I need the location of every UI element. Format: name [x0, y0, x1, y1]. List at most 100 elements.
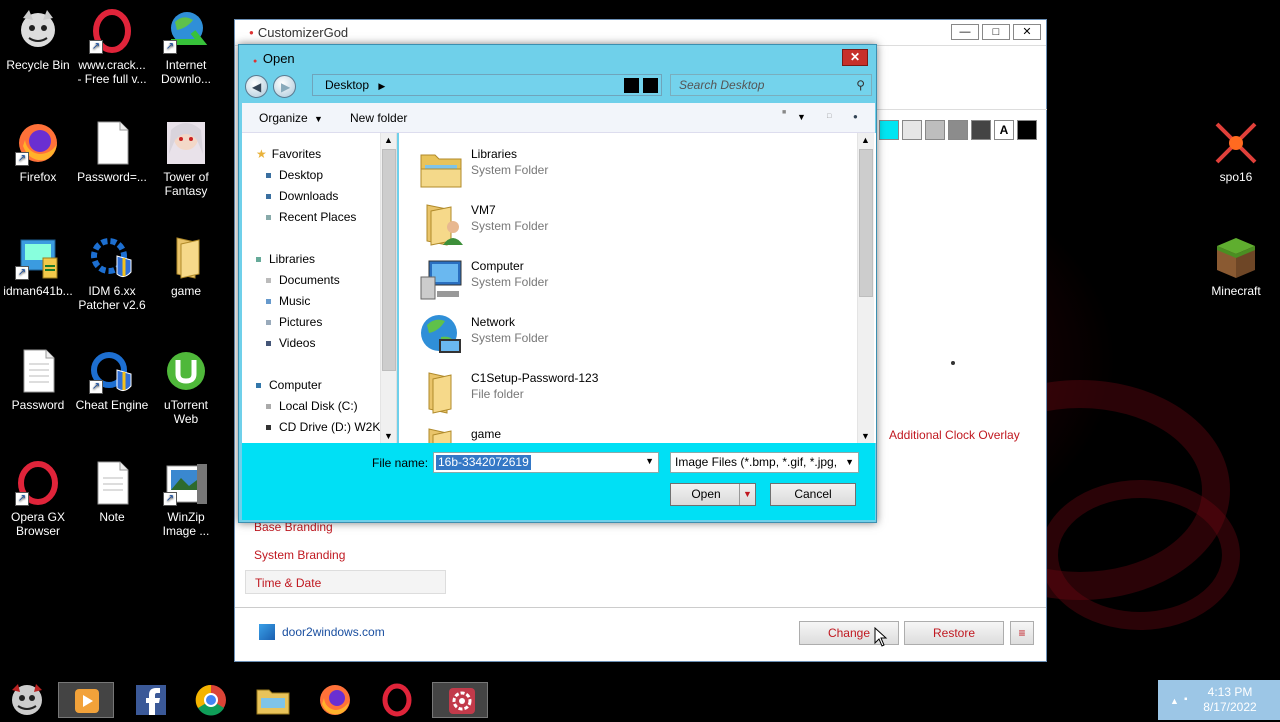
file-item-game[interactable]: game: [417, 421, 837, 443]
nav-favorites[interactable]: ★ Favorites: [256, 147, 321, 161]
computer-icon: [417, 255, 465, 303]
forward-button[interactable]: ▶: [273, 75, 296, 98]
desktop-icon-game[interactable]: game: [148, 234, 224, 298]
desktop-icon-minecraft[interactable]: Minecraft: [1198, 234, 1274, 298]
desktop-icon-tower-of-fantasy[interactable]: Tower of Fantasy: [148, 120, 224, 198]
open-button[interactable]: Open ▼: [670, 483, 756, 506]
preview-pane-icon[interactable]: □: [827, 113, 831, 120]
color-swatch-cyan[interactable]: [879, 120, 899, 140]
file-item-libraries[interactable]: Libraries System Folder: [417, 141, 837, 193]
desktop-icon-label: game: [170, 284, 202, 298]
scroll-down-icon[interactable]: ▼: [384, 431, 393, 441]
hard-disk-icon: [266, 404, 271, 410]
view-options-icon[interactable]: ■: [782, 109, 786, 116]
desktop-icon-internet-download[interactable]: ↗ Internet Downlo...: [148, 8, 224, 86]
show-hidden-icons-icon[interactable]: ▲: [1170, 694, 1179, 709]
file-type: System Folder: [471, 163, 549, 177]
cancel-button[interactable]: Cancel: [770, 483, 856, 506]
new-folder-button[interactable]: New folder: [350, 111, 407, 125]
desktop-icon-utorrent[interactable]: uTorrent Web: [148, 348, 224, 426]
navigation-scrollbar[interactable]: ▲ ▼: [380, 133, 396, 443]
file-item-c1setup[interactable]: C1Setup-Password-123 File folder: [417, 365, 837, 417]
chevron-right-icon[interactable]: ▶: [378, 81, 385, 91]
navigation-pane: ★ Favorites Desktop Downloads Recent Plac…: [242, 133, 397, 443]
nav-computer[interactable]: Computer: [256, 378, 322, 392]
color-swatch-text-white[interactable]: A: [994, 120, 1014, 140]
taskbar-chrome[interactable]: [183, 682, 239, 718]
clock[interactable]: 4:13 PM 8/17/2022: [1180, 685, 1280, 715]
color-swatch-silver[interactable]: [925, 120, 945, 140]
file-list-scroll-thumb[interactable]: [859, 149, 873, 297]
taskbar-facebook[interactable]: [122, 682, 178, 718]
taskbar-firefox[interactable]: [307, 682, 363, 718]
nav-cd-drive[interactable]: CD Drive (D:) W2K20: [266, 420, 394, 434]
desktop-icon-label: uTorrent Web: [163, 398, 209, 426]
color-swatch-gray[interactable]: [948, 120, 968, 140]
view-dropdown-icon[interactable]: ▼: [797, 112, 806, 122]
desktop-icon-note[interactable]: Note: [74, 460, 150, 524]
scroll-up-icon[interactable]: ▲: [384, 135, 393, 145]
color-swatch-dark-gray[interactable]: [971, 120, 991, 140]
videos-icon: [266, 341, 271, 347]
taskbar-customizergod[interactable]: [432, 682, 488, 718]
nav-recent-places[interactable]: Recent Places: [266, 210, 356, 224]
search-icon: ⚲: [856, 78, 865, 92]
refresh-button[interactable]: [643, 78, 658, 93]
dialog-close-button[interactable]: ✕: [842, 49, 868, 66]
file-list-scrollbar[interactable]: ▲ ▼: [857, 133, 874, 443]
restore-button[interactable]: Restore: [904, 621, 1004, 645]
nav-pictures[interactable]: Pictures: [266, 315, 322, 329]
file-type-select[interactable]: Image Files (*.bmp, *.gif, *.jpg, ▼: [670, 452, 859, 473]
organize-button[interactable]: Organize ▼: [259, 111, 323, 125]
desktop-icon-recycle-bin[interactable]: Recycle Bin: [0, 8, 76, 72]
nav-music[interactable]: Music: [266, 294, 310, 308]
desktop-icon-idm-patcher[interactable]: IDM 6.xx Patcher v2.6: [74, 234, 150, 312]
color-swatch-light-gray[interactable]: [902, 120, 922, 140]
desktop-icon-idman[interactable]: ↗ idman641b...: [0, 234, 76, 298]
desktop-icon-cheat-engine[interactable]: ↗ Cheat Engine: [74, 348, 150, 412]
taskbar-opera[interactable]: [369, 682, 425, 718]
desktop-icon-password[interactable]: Password: [0, 348, 76, 412]
taskbar-media-player[interactable]: [58, 682, 114, 718]
door2windows-link[interactable]: door2windows.com: [282, 625, 385, 639]
address-bar[interactable]: Desktop ▶: [312, 74, 662, 96]
nav-downloads[interactable]: Downloads: [266, 189, 338, 203]
open-dropdown-icon[interactable]: ▼: [739, 484, 755, 505]
minimize-button[interactable]: —: [951, 24, 979, 40]
search-input[interactable]: Search Desktop ⚲: [670, 74, 872, 96]
scroll-down-icon[interactable]: ▼: [861, 431, 870, 441]
desktop-icon-firefox[interactable]: ↗ Firefox: [0, 120, 76, 184]
nav-videos[interactable]: Videos: [266, 336, 315, 350]
additional-clock-overlay-link[interactable]: Additional Clock Overlay: [889, 428, 1020, 442]
section-system-branding[interactable]: System Branding: [254, 548, 345, 562]
libraries-icon: [417, 143, 465, 191]
file-item-vm7[interactable]: VM7 System Folder: [417, 197, 837, 249]
maximize-button[interactable]: □: [982, 24, 1010, 40]
start-button[interactable]: [0, 682, 54, 718]
help-icon[interactable]: ●: [853, 112, 858, 121]
menu-button[interactable]: ≡: [1010, 621, 1034, 645]
desktop-icon-opera-gx[interactable]: ↗ Opera GX Browser: [0, 460, 76, 538]
scroll-up-icon[interactable]: ▲: [861, 135, 870, 145]
desktop-icon-crack-link[interactable]: ↗ www.crack... - Free full v...: [74, 8, 150, 86]
desktop-icon-password-file[interactable]: Password=...: [74, 120, 150, 184]
desktop-icon-spo16[interactable]: spo16: [1198, 120, 1274, 184]
nav-local-disk[interactable]: Local Disk (C:): [266, 399, 358, 413]
file-item-network[interactable]: Network System Folder: [417, 309, 837, 361]
taskbar-file-explorer[interactable]: [245, 682, 301, 718]
back-button[interactable]: ◀: [245, 75, 268, 98]
nav-libraries[interactable]: Libraries: [256, 252, 315, 266]
color-swatch-black[interactable]: [1017, 120, 1037, 140]
file-item-computer[interactable]: Computer System Folder: [417, 253, 837, 305]
close-button[interactable]: ✕: [1013, 24, 1041, 40]
nav-documents[interactable]: Documents: [266, 273, 340, 287]
nav-desktop[interactable]: Desktop: [266, 168, 323, 182]
file-name-input[interactable]: 16b-3342072619 ▼: [433, 452, 659, 473]
chevron-down-icon[interactable]: ▼: [645, 456, 654, 466]
shortcut-arrow-icon: ↗: [163, 492, 177, 506]
section-time-date[interactable]: Time & Date: [245, 570, 446, 594]
desktop-icon-winzip-image[interactable]: ↗ WinZip Image ...: [148, 460, 224, 538]
network-status-icon[interactable]: ▪: [1184, 692, 1188, 707]
navigation-scroll-thumb[interactable]: [382, 149, 396, 371]
address-dropdown-button[interactable]: [624, 78, 639, 93]
